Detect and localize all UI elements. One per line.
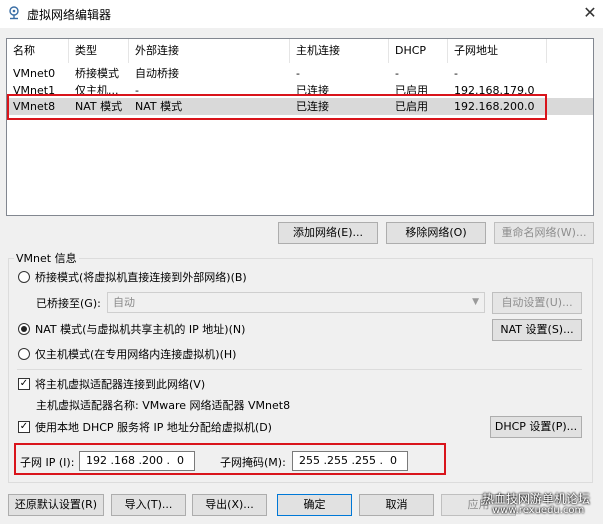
nat-mode-label[interactable]: NAT 模式(与虚拟机共享主机的 IP 地址)(N) xyxy=(35,321,245,337)
subnet-mask-input[interactable]: 255 .255 .255 . 0 xyxy=(292,451,408,471)
auto-settings-button[interactable]: 自动设置(U)... xyxy=(492,292,582,314)
cell-name: VMnet0 xyxy=(13,67,56,80)
column-subnet[interactable]: 子网地址 xyxy=(448,39,547,63)
restore-defaults-button[interactable]: 还原默认设置(R) xyxy=(8,494,104,516)
column-external[interactable]: 外部连接 xyxy=(129,39,290,63)
close-icon[interactable]: ✕ xyxy=(578,2,602,24)
column-name[interactable]: 名称 xyxy=(7,39,69,63)
table-row[interactable]: VMnet0 桥接模式 自动桥接 - - - xyxy=(7,65,593,82)
use-dhcp-checkbox[interactable]: ✓ xyxy=(18,421,30,433)
subnet-ip-label: 子网 IP (I): xyxy=(20,456,75,469)
add-network-button[interactable]: 添加网络(E)... xyxy=(278,222,378,244)
cell-external: 自动桥接 xyxy=(135,67,179,80)
cell-dhcp: - xyxy=(395,67,399,80)
host-only-label[interactable]: 仅主机模式(在专用网络内连接虚拟机)(H) xyxy=(35,346,236,362)
column-type[interactable]: 类型 xyxy=(69,39,129,63)
network-list[interactable]: 名称 类型 外部连接 主机连接 DHCP 子网地址 VMnet0 桥接模式 自动… xyxy=(6,38,594,216)
host-only-radio[interactable] xyxy=(18,348,30,360)
vmnet-info-label: VMnet 信息 xyxy=(14,250,79,266)
use-dhcp-label[interactable]: 使用本地 DHCP 服务将 IP 地址分配给虚拟机(D) xyxy=(35,419,272,435)
chevron-down-icon: ▼ xyxy=(472,297,479,307)
nat-mode-radio[interactable] xyxy=(18,323,30,335)
ok-button[interactable]: 确定 xyxy=(277,494,352,516)
cell-subnet: - xyxy=(454,67,458,80)
import-button[interactable]: 导入(T)... xyxy=(111,494,186,516)
rename-network-button[interactable]: 重命名网络(W)... xyxy=(494,222,594,244)
highlight-box-vmnet8 xyxy=(7,94,547,120)
adapter-name-text: 主机虚拟适配器名称: VMware 网络适配器 VMnet8 xyxy=(36,399,291,412)
bridged-to-value: 自动 xyxy=(113,296,135,309)
remove-network-button[interactable]: 移除网络(O) xyxy=(386,222,486,244)
export-button[interactable]: 导出(X)... xyxy=(192,494,267,516)
bridged-to-select[interactable]: 自动 ▼ xyxy=(107,292,485,313)
column-dhcp[interactable]: DHCP xyxy=(389,39,448,63)
window-title: 虚拟网络编辑器 xyxy=(27,8,112,22)
bridge-mode-label[interactable]: 桥接模式(将虚拟机直接连接到外部网络)(B) xyxy=(35,269,247,285)
bridge-mode-radio[interactable] xyxy=(18,271,30,283)
connect-adapter-label[interactable]: 将主机虚拟适配器连接到此网络(V) xyxy=(35,376,205,392)
cancel-button[interactable]: 取消 xyxy=(359,494,434,516)
list-header: 名称 类型 外部连接 主机连接 DHCP 子网地址 xyxy=(7,39,593,63)
subnet-mask-label: 子网掩码(M): xyxy=(220,456,286,469)
connect-adapter-checkbox[interactable]: ✓ xyxy=(18,378,30,390)
separator xyxy=(17,369,582,370)
subnet-ip-input[interactable]: 192 .168 .200 . 0 xyxy=(79,451,195,471)
cell-type: 桥接模式 xyxy=(75,67,119,80)
network-app-icon xyxy=(7,6,21,20)
nat-settings-button[interactable]: NAT 设置(S)... xyxy=(492,319,582,341)
column-host[interactable]: 主机连接 xyxy=(290,39,389,63)
bridged-to-label: 已桥接至(G): xyxy=(36,297,101,310)
cell-host: - xyxy=(296,67,300,80)
watermark-url: www.rexuedu.com xyxy=(492,505,585,516)
dhcp-settings-button[interactable]: DHCP 设置(P)... xyxy=(490,416,582,438)
